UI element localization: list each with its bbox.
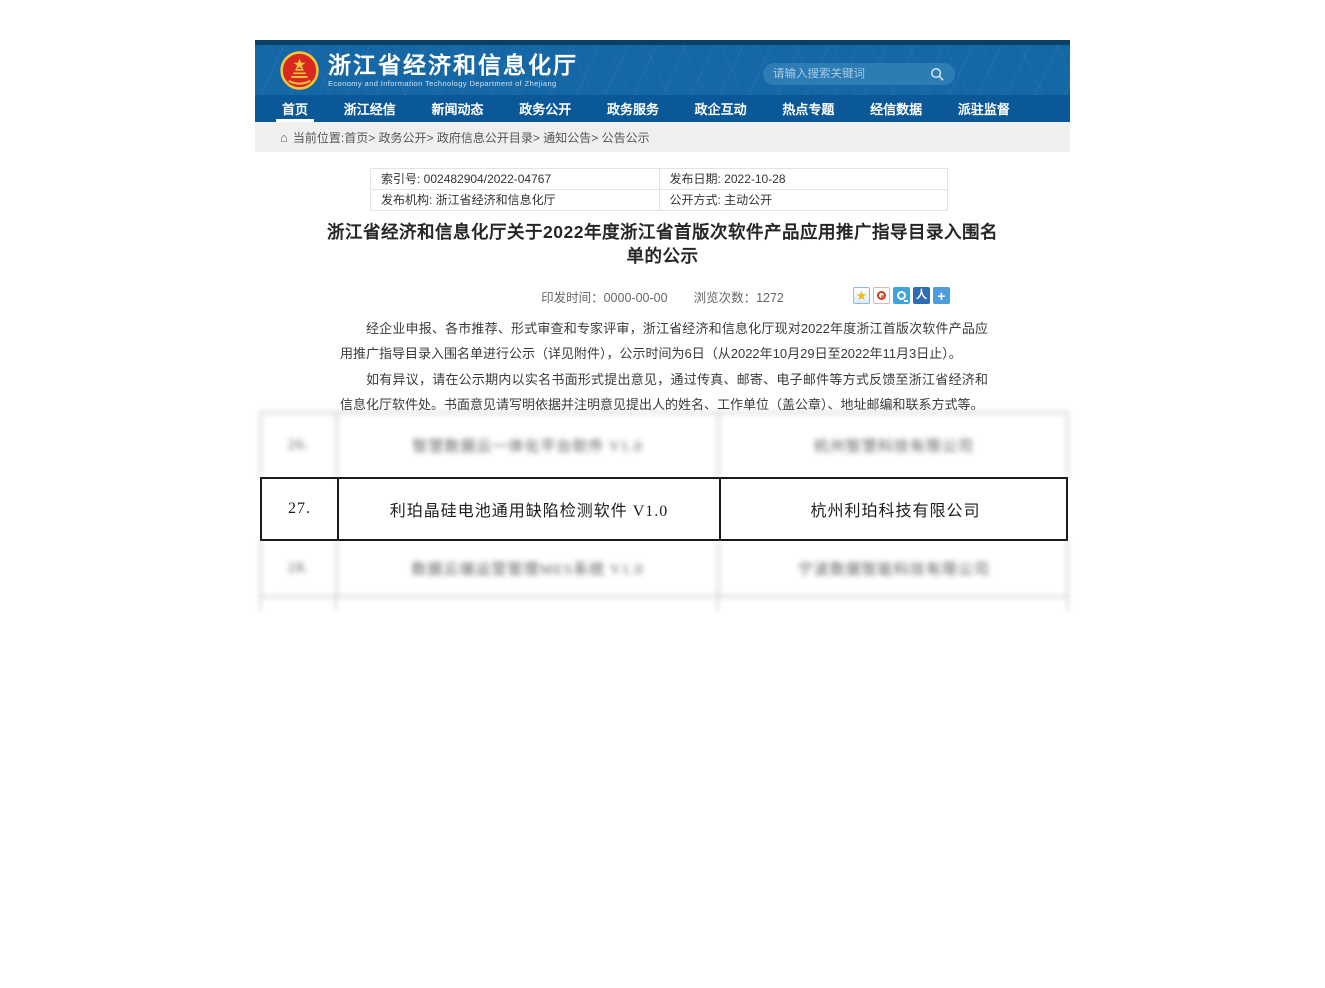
site-title-block: 浙江省经济和信息化厅 Economy and Information Techn… (328, 53, 578, 88)
search-icon[interactable] (930, 67, 945, 82)
nav-item-gov-disclosure[interactable]: 政务公开 (517, 95, 573, 122)
nav-item-home[interactable]: 首页 (280, 95, 310, 122)
nav-item-data[interactable]: 经信数据 (868, 95, 924, 122)
nav-item-supervision[interactable]: 派驻监督 (956, 95, 1012, 122)
table-fade-overlay (260, 970, 1068, 988)
views-label: 浏览次数： (694, 291, 757, 305)
breadcrumb[interactable]: 当前位置:首页> 政务公开> 政府信息公开目录> 通知公告> 公告公示 (293, 129, 650, 146)
share-bubble-icon[interactable] (893, 287, 910, 304)
article-body: 经企业申报、各市推荐、形式审查和专家评审，浙江省经济和信息化厅现对2022年度浙… (340, 316, 988, 418)
shortlist-table: 26. 智慧数据云一体化平台软件 V1.0 杭州智慧科技有限公司 27. 利珀晶… (260, 412, 1068, 611)
nav-item-news[interactable]: 新闻动态 (429, 95, 485, 122)
table-row-26-blurred: 26. 智慧数据云一体化平台软件 V1.0 杭州智慧科技有限公司 (260, 412, 1068, 477)
doc-info-table: 索引号: 002482904/2022-04767 发布日期: 2022-10-… (370, 168, 948, 211)
article-title: 浙江省经济和信息化厅关于2022年度浙江省首版次软件产品应用推广指导目录入围名单… (323, 220, 1003, 268)
article-paragraph: 如有异议，请在公示期内以实名书面形式提出意见，通过传真、邮寄、电子邮件等方式反馈… (340, 367, 988, 417)
row-number-cell: 28. (261, 541, 336, 596)
table-row-28-blurred: 28. 数据云端运营管理MES系统 V1.0 宁波数据智能科技有限公司 (260, 541, 1068, 597)
article-paragraph: 经企业申报、各市推荐、形式审查和专家评审，浙江省经济和信息化厅现对2022年度浙… (340, 316, 988, 366)
company-name-cell: 宁波数据智能科技有限公司 (718, 541, 1069, 596)
views-value: 1272 (756, 291, 784, 305)
doc-publish-date: 发布日期: 2022-10-28 (660, 169, 949, 190)
nav-item-zhejiang-jingxin[interactable]: 浙江经信 (342, 95, 398, 122)
site-header: 浙江省经济和信息化厅 Economy and Information Techn… (255, 45, 1070, 95)
company-name-cell: 杭州利珀科技有限公司 (719, 479, 1070, 539)
sina-weibo-icon[interactable] (873, 287, 890, 304)
nav-item-hot-topics[interactable]: 热点专题 (780, 95, 836, 122)
table-cutoff-fade (260, 597, 1068, 611)
company-name-cell: 杭州智慧科技有限公司 (718, 413, 1069, 477)
search-input[interactable] (773, 68, 930, 80)
people-share-icon[interactable]: 人 (913, 287, 930, 304)
main-nav: 首页 浙江经信 新闻动态 政务公开 政务服务 政企互动 热点专题 经信数据 派驻… (255, 95, 1070, 122)
table-row-27: 27. 利珀晶硅电池通用缺陷检测软件 V1.0 杭州利珀科技有限公司 (260, 477, 1068, 541)
doc-publish-org: 发布机构: 浙江省经济和信息化厅 (371, 190, 660, 211)
row-number-cell: 26. (261, 413, 336, 477)
more-share-icon[interactable]: + (933, 287, 950, 304)
site-logo[interactable]: 浙江省经济和信息化厅 Economy and Information Techn… (280, 51, 578, 90)
favorite-star-icon[interactable]: ★ (853, 287, 870, 304)
home-icon: ⌂ (280, 131, 288, 144)
doc-disclosure-mode: 公开方式: 主动公开 (660, 190, 949, 211)
print-time-label: 印发时间： (541, 291, 604, 305)
webpage: 浙江省经济和信息化厅 Economy and Information Techn… (255, 40, 1070, 655)
product-name-cell: 智慧数据云一体化平台软件 V1.0 (336, 413, 718, 477)
nav-item-gov-services[interactable]: 政务服务 (605, 95, 661, 122)
share-toolbar: ★ 人 + (853, 287, 950, 304)
site-title-english: Economy and Information Technology Depar… (328, 79, 578, 88)
breadcrumb-bar: ⌂ 当前位置:首页> 政务公开> 政府信息公开目录> 通知公告> 公告公示 (255, 122, 1070, 152)
print-time-value: 0000-00-00 (604, 291, 668, 305)
nav-item-interaction[interactable]: 政企互动 (693, 95, 749, 122)
article-meta-row: 印发时间：0000-00-00 浏览次数：1272 ★ 人 + (255, 287, 1070, 307)
site-title: 浙江省经济和信息化厅 (328, 53, 578, 77)
search-box (763, 63, 955, 85)
product-name-cell: 数据云端运营管理MES系统 V1.0 (336, 541, 718, 596)
doc-index-number: 索引号: 002482904/2022-04767 (371, 169, 660, 190)
national-emblem-icon (280, 51, 319, 90)
row-number-cell: 27. (262, 479, 337, 539)
product-name-cell: 利珀晶硅电池通用缺陷检测软件 V1.0 (337, 479, 719, 539)
